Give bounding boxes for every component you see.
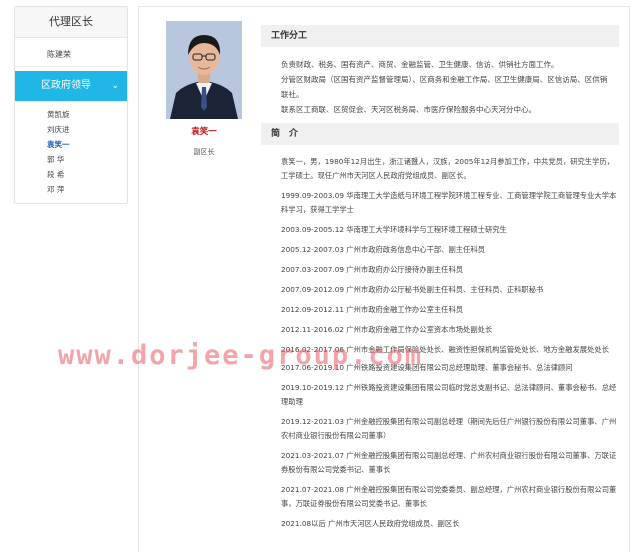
chevron-down-icon: ⌄ (111, 81, 119, 91)
career-entry: 2019.12-2021.03 广州金融控股集团有限公司副总经理（期间先后任广州… (281, 417, 617, 440)
official-name: 袁笑一 (191, 127, 217, 137)
career-entry: 2021.08以后 广州市天河区人民政府党组成员、副区长 (281, 519, 460, 528)
portrait-photo (166, 21, 242, 119)
sidebar-sub-list: 黄凯旋 刘庆进 袁笑一 郭 华 段 希 邓 萍 (15, 101, 127, 197)
intro-heading: 简 介 (261, 123, 619, 145)
duties-text: 负责财政、税务、国有资产、商贸、金融监管、卫生健康、信访、供销社方面工作。 分管… (261, 47, 619, 123)
duty-line: 负责财政、税务、国有资产、商贸、金融监管、卫生健康、信访、供销社方面工作。 (281, 60, 559, 69)
career-entry: 2017.06-2019.10 广州铁路投资建设集团有限公司总经理助理、董事会秘… (281, 363, 573, 372)
portrait-illustration (166, 21, 242, 119)
intro-text: 袁笑一，男，1980年12月出生，浙江诸暨人，汉族，2005年12月参加工作，中… (261, 145, 619, 531)
sidebar-title: 代理区长 (15, 7, 127, 38)
career-entry: 2016.02-2017.06 广州市金融工作局保险处处长、融资性担保机构监管处… (281, 345, 609, 354)
career-entry: 2019.10-2019.12 广州铁路投资建设集团有限公司临时党总支副书记、总… (281, 383, 617, 406)
career-entry: 2012.11-2016.02 广州市政府金融工作办公室资本市场处副处长 (281, 325, 493, 334)
career-entry: 2021.03-2021.07 广州金融控股集团有限公司副总经理、广州农村商业银… (281, 451, 617, 474)
sidebar-item-member[interactable]: 黄凯旋 (15, 107, 127, 122)
sidebar-item-member[interactable]: 段 希 (15, 167, 127, 182)
career-entry: 2007.09-2012.09 广州市政府办公厅秘书处副主任科员、主任科员、正科… (281, 285, 544, 294)
main-panel: 袁笑一 副区长 工作分工 负责财政、税务、国有资产、商贸、金融监管、卫生健康、信… (138, 6, 630, 552)
official-title: 副区长 (193, 148, 215, 156)
profile-content: 工作分工 负责财政、税务、国有资产、商贸、金融监管、卫生健康、信访、供销社方面工… (261, 25, 619, 537)
duty-line: 联系区工商联、区贸促会、天河区税务局、市医疗保险服务中心天河分中心。 (281, 105, 536, 114)
career-entry: 2021.07-2021.08 广州金融控股集团有限公司党委委员、副总经理，广州… (281, 485, 617, 508)
sidebar-item-member-current[interactable]: 袁笑一 (15, 137, 127, 152)
career-entry: 2012.09-2012.11 广州市政府金融工作办公室主任科员 (281, 305, 464, 314)
profile-card: 袁笑一 副区长 (161, 21, 247, 157)
intro-paragraph: 袁笑一，男，1980年12月出生，浙江诸暨人，汉族，2005年12月参加工作，中… (281, 157, 614, 180)
career-entry: 2003.09-2005.12 华南理工大学环境科学与工程环境工程硕士研究生 (281, 225, 507, 234)
sidebar-item-member[interactable]: 郭 华 (15, 152, 127, 167)
career-entry: 1999.09-2003.09 华南理工大学造纸与环境工程学院环境工程专业、工商… (281, 191, 617, 214)
sidebar: 代理区长 陈建荣 区政府领导 ⌄ 黄凯旋 刘庆进 袁笑一 郭 华 段 希 邓 萍 (14, 6, 128, 204)
sidebar-item-acting-head[interactable]: 陈建荣 (15, 44, 127, 67)
career-entry: 2007.03-2007.09 广州市政府办公厅接待办副主任科员 (281, 265, 464, 274)
sidebar-group-label: 区政府领导 (41, 80, 91, 91)
career-entry: 2005.12-2007.03 广州市政府政务信息中心干部、副主任科员 (281, 245, 485, 254)
duties-heading: 工作分工 (261, 25, 619, 47)
sidebar-item-member[interactable]: 刘庆进 (15, 122, 127, 137)
sidebar-group-district-leaders[interactable]: 区政府领导 ⌄ (15, 71, 127, 101)
sidebar-item-member[interactable]: 邓 萍 (15, 182, 127, 197)
duty-line: 分管区财政局（区国有资产监督管理局）、区商务和金融工作局、区卫生健康局、区信访局… (281, 75, 608, 99)
